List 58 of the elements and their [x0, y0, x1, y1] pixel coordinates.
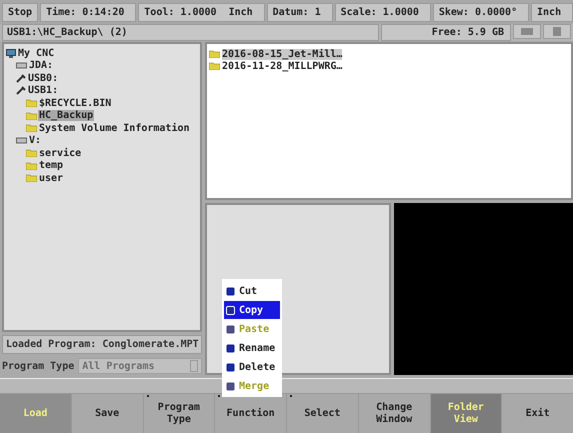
menu-item[interactable]: Rename [224, 339, 280, 357]
menu-item[interactable]: Delete [224, 358, 280, 376]
tree-item[interactable]: $RECYCLE.BIN [38, 98, 112, 109]
program-type-label: Program Type [2, 360, 74, 372]
tree-item[interactable]: temp [38, 160, 64, 172]
key-icon [226, 362, 235, 372]
folder-icon [26, 124, 37, 132]
folder-icon [26, 149, 37, 158]
folder-icon [26, 99, 37, 108]
tree-item[interactable]: USB0: [27, 72, 60, 84]
submenu-marker-icon [290, 395, 292, 397]
tree-item[interactable]: USB1: [27, 85, 60, 96]
key-icon [226, 344, 235, 352]
key-icon [226, 382, 235, 390]
tree-item[interactable]: user [38, 172, 64, 184]
softkey[interactable]: Function [215, 394, 286, 433]
free-space-text: Free: 5.9 GB [381, 24, 511, 41]
status-field: Datum: 1 [266, 3, 333, 22]
loaded-program-text: Loaded Program: Conglomerate.MPT [2, 335, 202, 354]
drive-icon [16, 62, 27, 70]
tree-item[interactable]: System Volume Information [38, 122, 191, 134]
key-icon [226, 324, 235, 334]
folder-icon [26, 162, 37, 170]
status-field: Inch [531, 3, 573, 22]
status-field: Time: 0:14:20 [40, 3, 136, 22]
path-text: USB1:\HC_Backup\ (2) [2, 24, 379, 41]
computer-icon [6, 48, 16, 58]
detail-view-button[interactable] [543, 24, 571, 39]
status-field: Skew: 0.0000° [432, 3, 530, 22]
menu-item[interactable]: Cut [224, 282, 280, 300]
status-field: Tool: 1.0000 Inch [138, 3, 265, 22]
drive-icon [16, 137, 27, 144]
list-view-button[interactable] [513, 24, 541, 39]
status-field: Stop [2, 3, 38, 22]
submenu-marker-icon [146, 395, 148, 397]
folder-icon [209, 62, 220, 70]
dropdown-icon [190, 360, 198, 372]
softkey[interactable]: Folder View [430, 394, 502, 433]
menu-item[interactable]: Copy [224, 301, 280, 319]
file-item[interactable]: 2016-11-28_MILLPWRG… [222, 60, 342, 72]
folder-icon [26, 174, 37, 182]
submenu-marker-icon [218, 395, 220, 397]
tree-item[interactable]: JDA: [28, 60, 54, 72]
softkey[interactable]: Exit [502, 394, 573, 433]
tree-item[interactable]: HC_Backup [38, 110, 94, 122]
folder-icon [26, 112, 37, 120]
file-item[interactable]: 2016-08-15_Jet-Mill… [222, 48, 342, 60]
status-field: Scale: 1.0000 [334, 3, 431, 22]
tree-item[interactable]: service [38, 148, 82, 159]
softkey[interactable]: Change Window [358, 394, 430, 433]
tree-item[interactable]: V: [28, 135, 42, 146]
key-icon [226, 306, 235, 314]
softkey[interactable]: Select [287, 394, 358, 433]
key-icon [226, 286, 235, 296]
softkey[interactable]: Save [72, 394, 142, 433]
folder-icon [209, 50, 220, 58]
tree-item[interactable]: My CNC [17, 48, 56, 59]
softkey[interactable]: Program Type [144, 394, 214, 433]
